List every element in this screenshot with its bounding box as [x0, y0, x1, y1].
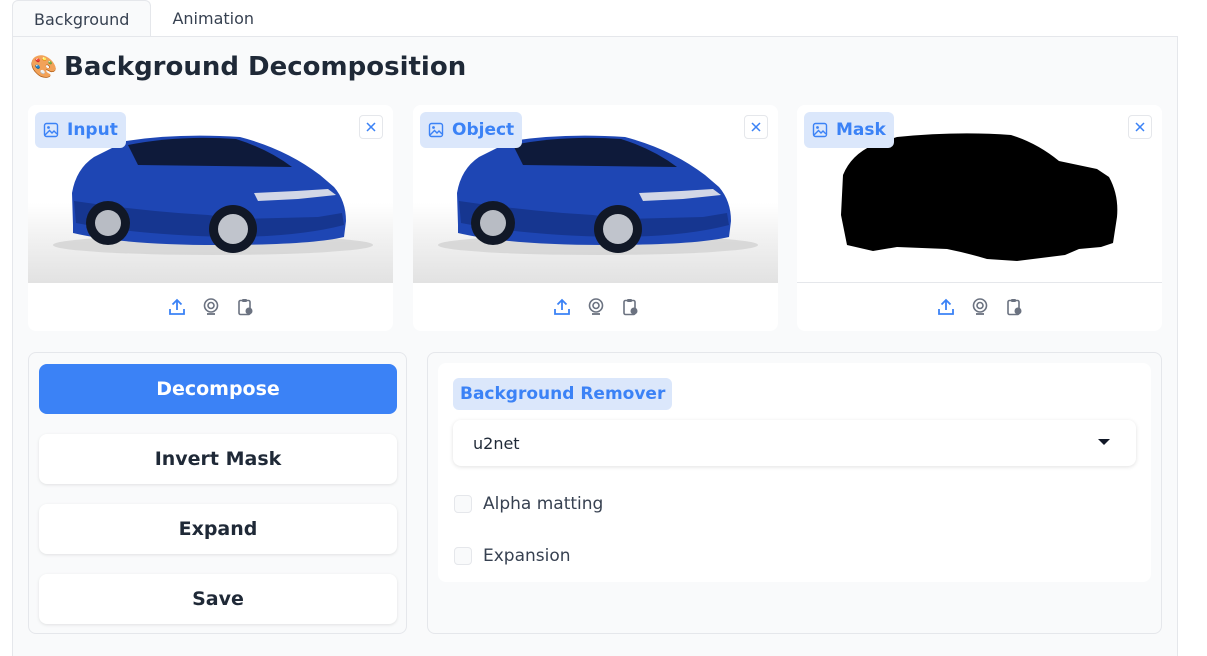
- palette-emoji-icon: 🎨: [30, 54, 58, 80]
- expand-button[interactable]: Expand: [39, 504, 397, 554]
- tab-background[interactable]: Background: [12, 0, 152, 37]
- dropdown-caret-icon: [1098, 439, 1110, 445]
- page-title-text: Background Decomposition: [64, 52, 467, 82]
- object-image-label: Object: [420, 112, 523, 148]
- options-card: Background Remover u2net Alpha matting E…: [438, 363, 1151, 582]
- clipboard-icon[interactable]: [234, 296, 256, 318]
- alpha-matting-label: Alpha matting: [483, 494, 604, 514]
- webcam-icon[interactable]: [969, 296, 991, 318]
- alpha-matting-checkbox[interactable]: Alpha matting: [454, 494, 603, 514]
- options-panel: Background Remover u2net Alpha matting E…: [427, 352, 1162, 634]
- input-image-label: Input: [35, 112, 126, 148]
- actions-panel: Decompose Invert Mask Expand Save: [28, 352, 407, 634]
- mask-label-text: Mask: [836, 120, 886, 140]
- input-image-box: Input: [28, 105, 393, 331]
- decompose-button[interactable]: Decompose: [39, 364, 397, 414]
- image-icon: [43, 122, 59, 138]
- close-icon[interactable]: [744, 115, 768, 139]
- invert-mask-button[interactable]: Invert Mask: [39, 434, 397, 484]
- tab-bar: Background Animation: [12, 0, 275, 37]
- expansion-checkbox[interactable]: Expansion: [454, 546, 571, 566]
- mask-image-label: Mask: [804, 112, 894, 148]
- upload-icon[interactable]: [551, 296, 573, 318]
- background-remover-label: Background Remover: [453, 378, 673, 410]
- upload-icon[interactable]: [935, 296, 957, 318]
- webcam-icon[interactable]: [585, 296, 607, 318]
- image-icon: [428, 122, 444, 138]
- close-icon[interactable]: [359, 115, 383, 139]
- close-icon[interactable]: [1128, 115, 1152, 139]
- object-image-box: Object: [413, 105, 778, 331]
- save-button[interactable]: Save: [39, 574, 397, 624]
- checkbox-icon[interactable]: [454, 547, 472, 565]
- clipboard-icon[interactable]: [619, 296, 641, 318]
- image-icon: [812, 122, 828, 138]
- input-label-text: Input: [67, 120, 118, 140]
- webcam-icon[interactable]: [200, 296, 222, 318]
- page-title: 🎨 Background Decomposition: [30, 50, 466, 84]
- object-image-tools: [413, 283, 778, 331]
- input-image-tools: [28, 283, 393, 331]
- object-label-text: Object: [452, 120, 515, 140]
- mask-image-box: Mask: [797, 105, 1162, 331]
- background-remover-value: u2net: [473, 433, 520, 453]
- clipboard-icon[interactable]: [1003, 296, 1025, 318]
- background-remover-select[interactable]: u2net: [453, 420, 1136, 466]
- expansion-label: Expansion: [483, 546, 571, 566]
- mask-image-tools: [797, 283, 1162, 331]
- checkbox-icon[interactable]: [454, 495, 472, 513]
- upload-icon[interactable]: [166, 296, 188, 318]
- tab-animation[interactable]: Animation: [151, 0, 275, 37]
